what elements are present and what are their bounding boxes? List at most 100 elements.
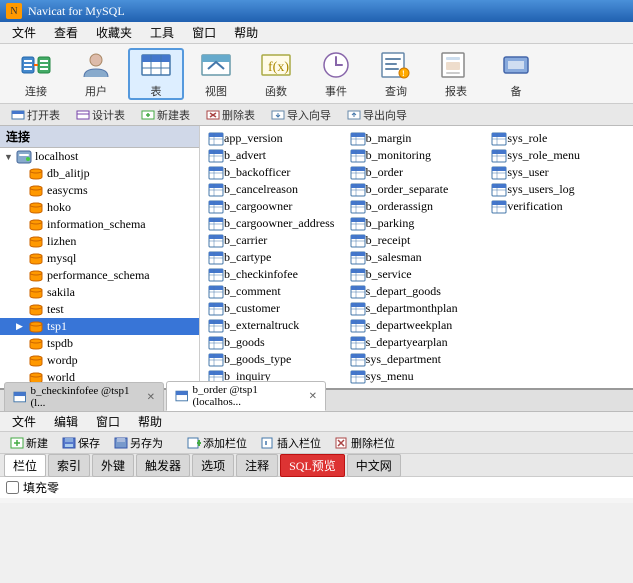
menu-favorites[interactable]: 收藏夹: [88, 22, 140, 43]
close-checkinfofee-tab[interactable]: ✕: [147, 392, 155, 403]
menu-help[interactable]: 帮助: [226, 22, 266, 43]
table-item[interactable]: sys_role_menu: [487, 147, 629, 164]
bottom-menu-window[interactable]: 窗口: [88, 411, 128, 432]
table-item[interactable]: b_advert: [204, 147, 346, 164]
table-item[interactable]: verification: [487, 198, 629, 215]
main-area: 连接 ▼ localhost db_alitjp easycms: [0, 126, 633, 388]
menu-tools[interactable]: 工具: [142, 22, 182, 43]
table-item[interactable]: b_orderassign: [346, 198, 488, 215]
table-item[interactable]: b_parking: [346, 215, 488, 232]
new-table-btn[interactable]: 新建表: [134, 105, 197, 125]
fill-zero-checkbox[interactable]: [6, 481, 19, 494]
table-item[interactable]: sys_user: [487, 164, 629, 181]
bottom-menu-help[interactable]: 帮助: [130, 411, 170, 432]
toolbar-connect[interactable]: 连接: [8, 48, 64, 100]
table-item[interactable]: sys_department: [346, 351, 488, 368]
subtab-triggers[interactable]: 触发器: [136, 454, 190, 477]
import-wizard-btn[interactable]: 导入向导: [264, 105, 338, 125]
table-item[interactable]: b_receipt: [346, 232, 488, 249]
subtab-options[interactable]: 选项: [192, 454, 234, 477]
table-list-icon: [208, 132, 224, 146]
table-item[interactable]: sys_role: [487, 130, 629, 147]
table-item[interactable]: app_version: [204, 130, 346, 147]
add-column-btn[interactable]: 添加栏位: [181, 433, 253, 453]
table-item[interactable]: s_departweekplan: [346, 317, 488, 334]
toolbar-report[interactable]: 报表: [428, 48, 484, 100]
bottom-menu-edit[interactable]: 编辑: [46, 411, 86, 432]
table-item[interactable]: b_checkinfofee: [204, 266, 346, 283]
bottom-tab-checkinfofee[interactable]: b_checkinfofee @tsp1 (l... ✕: [4, 382, 164, 411]
sidebar-item-easycms[interactable]: easycms: [0, 182, 199, 199]
table-item[interactable]: s_departyearplan: [346, 334, 488, 351]
table-item[interactable]: b_backofficer: [204, 164, 346, 181]
table-item[interactable]: b_cargoowner: [204, 198, 346, 215]
sidebar-item-performance_schema[interactable]: performance_schema: [0, 267, 199, 284]
subtab-chinese-web[interactable]: 中文网: [347, 454, 401, 477]
subtab-columns[interactable]: 栏位: [4, 454, 46, 477]
table-item[interactable]: s_depart_goods: [346, 283, 488, 300]
toolbar-backup[interactable]: 备: [488, 48, 544, 100]
sidebar-item-information_schema[interactable]: information_schema: [0, 216, 199, 233]
open-table-btn[interactable]: 打开表: [4, 105, 67, 125]
table-item[interactable]: sys_users_log: [487, 181, 629, 198]
subtab-comment[interactable]: 注释: [236, 454, 278, 477]
design-table-btn[interactable]: 设计表: [69, 105, 132, 125]
open-icon: [11, 109, 25, 121]
table-item[interactable]: b_cancelreason: [204, 181, 346, 198]
table-item[interactable]: b_order_separate: [346, 181, 488, 198]
subtab-sql-preview[interactable]: SQL预览: [280, 454, 345, 477]
table-item[interactable]: b_goods_type: [204, 351, 346, 368]
sidebar-item-sakila[interactable]: sakila: [0, 284, 199, 301]
sidebar-item-tsp1[interactable]: ▶ tsp1: [0, 318, 199, 335]
table-item[interactable]: b_monitoring: [346, 147, 488, 164]
table-item[interactable]: b_salesman: [346, 249, 488, 266]
delete-column-btn[interactable]: 删除栏位: [329, 433, 401, 453]
table-item[interactable]: b_service: [346, 266, 488, 283]
export-wizard-btn[interactable]: 导出向导: [340, 105, 414, 125]
toolbar-user[interactable]: 用户: [68, 48, 124, 100]
menu-file[interactable]: 文件: [4, 22, 44, 43]
table-list-icon: [208, 200, 224, 214]
subtab-foreignkeys[interactable]: 外键: [92, 454, 134, 477]
toolbar-table[interactable]: 表: [128, 48, 184, 100]
table-item[interactable]: b_customer: [204, 300, 346, 317]
table-item[interactable]: s_departmonthplan: [346, 300, 488, 317]
save-btn-icon: [62, 437, 76, 449]
sidebar-item-wordp[interactable]: wordp: [0, 352, 199, 369]
subtab-indexes[interactable]: 索引: [48, 454, 90, 477]
table-item[interactable]: b_externaltruck: [204, 317, 346, 334]
table-item[interactable]: b_goods: [204, 334, 346, 351]
table-item[interactable]: b_comment: [204, 283, 346, 300]
table-item[interactable]: b_cartype: [204, 249, 346, 266]
toolbar-event[interactable]: 事件: [308, 48, 364, 100]
insert-column-btn[interactable]: 插入栏位: [255, 433, 327, 453]
sidebar-item-localhost[interactable]: ▼ localhost: [0, 148, 199, 165]
delete-table-btn[interactable]: 删除表: [199, 105, 262, 125]
app-title: Navicat for MySQL: [28, 4, 125, 19]
table-item[interactable]: sys_menu: [346, 368, 488, 385]
sidebar-item-db_alitjp[interactable]: db_alitjp: [0, 165, 199, 182]
table-item[interactable]: b_margin: [346, 130, 488, 147]
save-btn[interactable]: 保存: [56, 433, 106, 453]
table-list-icon: [208, 319, 224, 333]
sidebar-item-mysql[interactable]: mysql: [0, 250, 199, 267]
toolbar-query[interactable]: ! 查询: [368, 48, 424, 100]
table-item[interactable]: b_carrier: [204, 232, 346, 249]
sidebar-item-tspdb[interactable]: tspdb: [0, 335, 199, 352]
close-border-tab[interactable]: ✕: [309, 391, 317, 402]
saveas-btn[interactable]: 另存为: [108, 433, 169, 453]
new-field-btn[interactable]: 新建: [4, 433, 54, 453]
table-item[interactable]: b_order: [346, 164, 488, 181]
sidebar-item-test[interactable]: test: [0, 301, 199, 318]
menu-view[interactable]: 查看: [46, 22, 86, 43]
table-list-icon: [350, 251, 366, 265]
table-item[interactable]: b_cargoowner_address: [204, 215, 346, 232]
bottom-tab-border[interactable]: b_order @tsp1 (localhos... ✕: [166, 381, 326, 411]
toolbar-function[interactable]: f(x) 函数: [248, 48, 304, 100]
bottom-section: b_checkinfofee @tsp1 (l... ✕ b_order @ts…: [0, 388, 633, 503]
sidebar-item-hoko[interactable]: hoko: [0, 199, 199, 216]
sidebar-item-lizhen[interactable]: lizhen: [0, 233, 199, 250]
toolbar-view[interactable]: 视图: [188, 48, 244, 100]
bottom-menu-file[interactable]: 文件: [4, 411, 44, 432]
menu-window[interactable]: 窗口: [184, 22, 224, 43]
